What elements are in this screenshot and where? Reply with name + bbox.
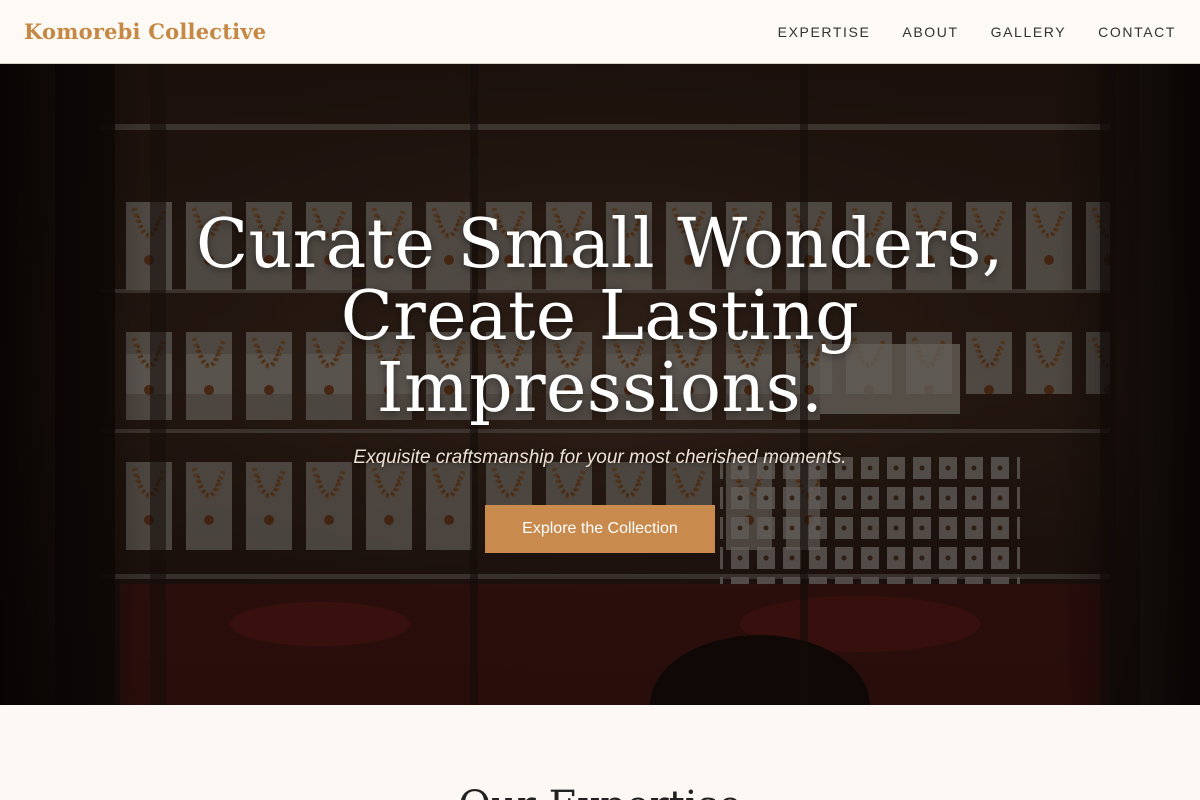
nav-link-gallery[interactable]: GALLERY	[991, 24, 1067, 40]
hero-section: Curate Small Wonders, Create Lasting Imp…	[0, 64, 1200, 705]
brand-logo-link[interactable]: Komorebi Collective	[24, 19, 266, 44]
expertise-section: Our Expertise	[0, 705, 1200, 800]
nav-link-about[interactable]: ABOUT	[902, 24, 958, 40]
hero-content: Curate Small Wonders, Create Lasting Imp…	[0, 209, 1200, 553]
nav-link-contact[interactable]: CONTACT	[1098, 24, 1176, 40]
hero-subtitle: Exquisite craftsmanship for your most ch…	[353, 447, 847, 468]
expertise-section-title: Our Expertise	[0, 783, 1200, 800]
main-nav: EXPERTISE ABOUT GALLERY CONTACT	[778, 24, 1176, 40]
explore-collection-button[interactable]: Explore the Collection	[485, 505, 715, 553]
site-header: Komorebi Collective EXPERTISE ABOUT GALL…	[0, 0, 1200, 64]
hero-title: Curate Small Wonders, Create Lasting Imp…	[195, 205, 1005, 428]
nav-link-expertise[interactable]: EXPERTISE	[778, 24, 871, 40]
